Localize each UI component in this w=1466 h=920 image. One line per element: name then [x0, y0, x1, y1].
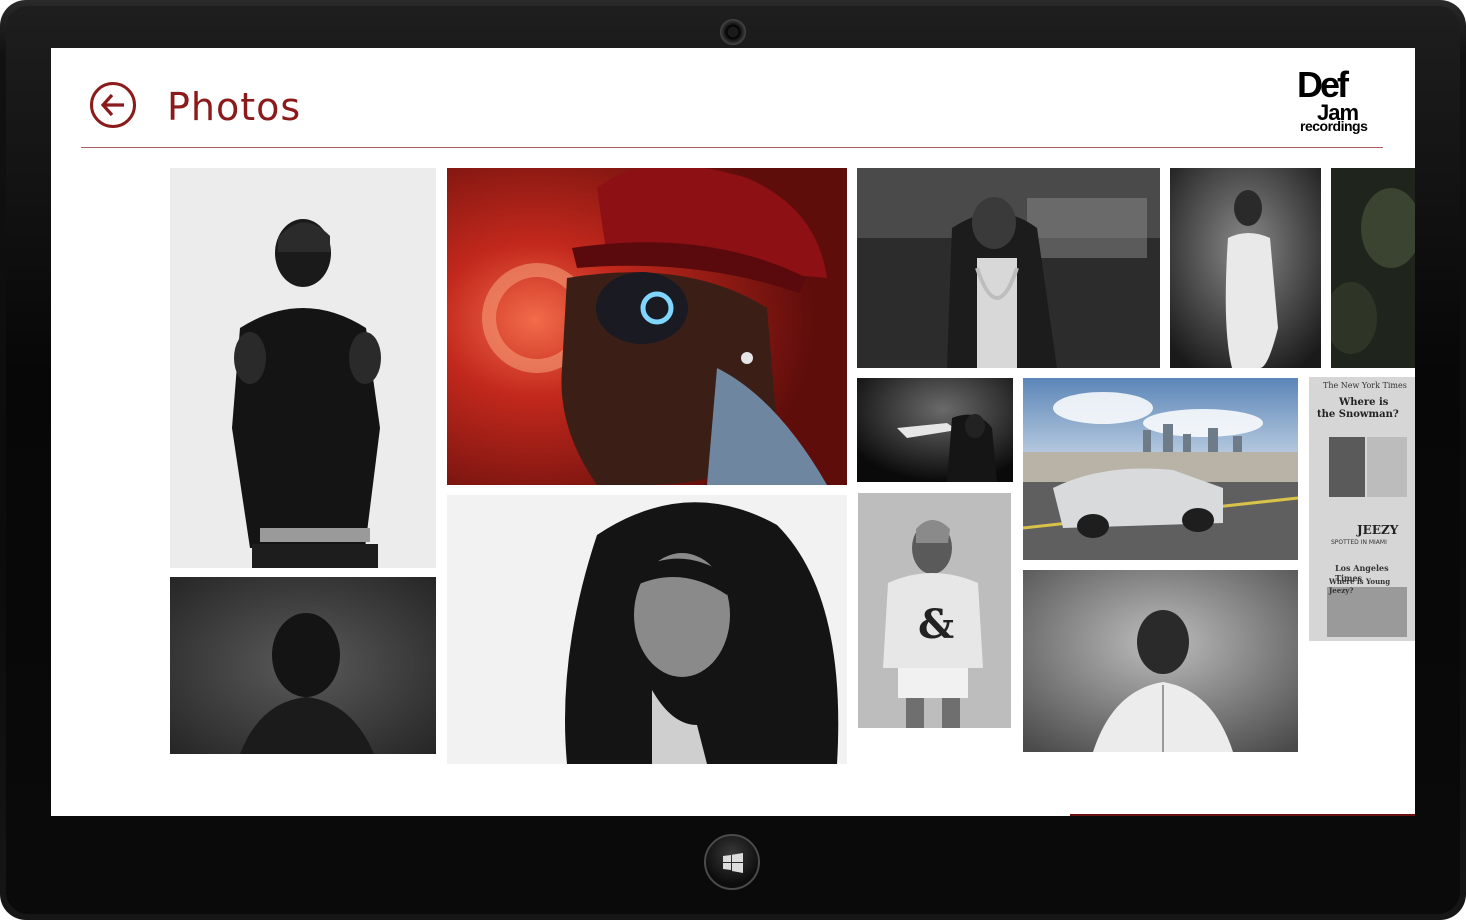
photo-tile-man-gold-chains[interactable]	[857, 168, 1160, 368]
photo-tile-woman-long-hair[interactable]	[447, 495, 847, 764]
logo-line-1: Def	[1297, 64, 1349, 105]
photo-tile-concert-performer[interactable]	[857, 378, 1013, 482]
photo-tile-man-white-shirt[interactable]	[1023, 570, 1298, 752]
back-button[interactable]	[90, 82, 136, 128]
windows-start-button[interactable]	[704, 834, 760, 890]
photo-tile-newspaper-collage[interactable]: The New York Times Where is the Snowman?…	[1309, 377, 1415, 641]
newspaper-masthead: The New York Times	[1323, 381, 1407, 390]
arrow-left-icon	[100, 93, 124, 117]
photo-tile-woman-white-dress[interactable]	[1170, 168, 1321, 368]
photo-tile-dark-foliage[interactable]	[1331, 168, 1415, 368]
app-screen: Photos Def Jam recordings & The New York…	[51, 48, 1415, 816]
page-title: Photos	[167, 85, 302, 129]
logo-line-3: recordings	[1300, 118, 1368, 134]
newspaper-headline-1: Where is	[1339, 397, 1389, 408]
header-divider	[81, 147, 1383, 148]
newspaper-headline-2: the Snowman?	[1317, 409, 1399, 420]
photo-tile-man-red-cap-sunglasses[interactable]	[447, 168, 847, 485]
def-jam-logo: Def Jam recordings	[1297, 67, 1387, 136]
windows-logo-icon	[723, 853, 743, 873]
photo-tile-man-hands-raised[interactable]	[170, 168, 436, 568]
camera-icon	[720, 19, 746, 45]
newspaper-headline-3: Where is Young Jeezy?	[1329, 577, 1391, 595]
newspaper-name: JEEZY	[1357, 523, 1399, 537]
svg-text:&: &	[918, 601, 954, 648]
photo-tile-man-back-of-head[interactable]	[170, 577, 436, 754]
photo-tile-woman-ampersand-shirt[interactable]: &	[858, 493, 1011, 728]
bottom-accent-line	[1070, 814, 1415, 816]
newspaper-subhead: SPOTTED IN MIAMI	[1331, 539, 1387, 546]
photo-tile-silver-convertible-skyline[interactable]	[1023, 378, 1298, 560]
